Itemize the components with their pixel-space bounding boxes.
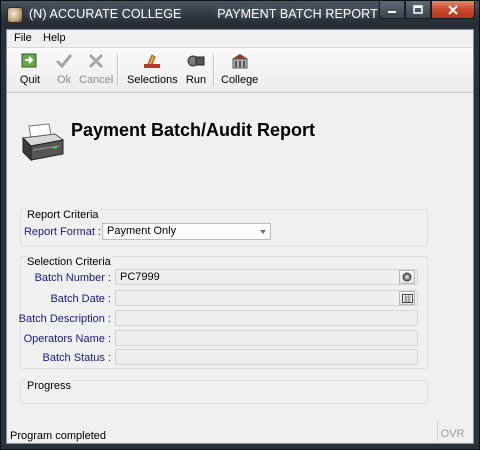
maximize-icon [413, 4, 423, 14]
minimize-icon [388, 10, 396, 13]
toolbar-separator [117, 54, 119, 86]
ok-button[interactable]: Ok [53, 51, 75, 89]
quit-label: Quit [19, 74, 41, 86]
batch-number-field[interactable]: PC7999 [115, 269, 418, 285]
page-title: Payment Batch/Audit Report [71, 120, 316, 140]
close-icon [448, 4, 458, 15]
report-format-value: Payment Only [107, 225, 177, 237]
calendar-icon [401, 293, 413, 303]
selections-button[interactable]: Selections [127, 51, 178, 89]
college-label: College [221, 74, 259, 86]
operators-name-field[interactable] [115, 330, 418, 346]
run-icon [185, 51, 207, 71]
batch-lookup-button[interactable] [399, 270, 415, 284]
batch-status-label: Batch Status : [42, 352, 111, 364]
menu-bar: File Help [7, 30, 473, 48]
cancel-x-icon [85, 51, 107, 71]
ok-label: Ok [56, 74, 72, 86]
printer-icon [19, 120, 67, 164]
batch-status-field[interactable] [115, 349, 418, 365]
batch-number-value: PC7999 [120, 271, 160, 283]
calendar-button[interactable] [399, 291, 415, 305]
client-area: File Help Quit Ok Cancel Selections Run … [6, 29, 474, 444]
window-title: (N) ACCURATE COLLEGE PAYMENT BATCH REPOR… [29, 7, 378, 21]
menu-file[interactable]: File [14, 32, 32, 44]
status-bar: Program completed OVR [7, 415, 473, 443]
status-text: Program completed [10, 430, 106, 442]
ovr-indicator: OVR [437, 421, 467, 441]
checkmark-icon [53, 51, 75, 71]
application-window: (N) ACCURATE COLLEGE PAYMENT BATCH REPOR… [0, 0, 480, 450]
quit-icon [19, 51, 41, 71]
college-icon [229, 51, 251, 71]
maximize-button[interactable] [405, 1, 431, 19]
selections-icon [141, 51, 163, 71]
batch-number-label: Batch Number : [34, 272, 111, 284]
cancel-button[interactable]: Cancel [79, 51, 113, 89]
progress-group: Progress [20, 380, 428, 404]
title-bar[interactable]: (N) ACCURATE COLLEGE PAYMENT BATCH REPOR… [1, 1, 479, 28]
toolbar-separator [213, 54, 215, 86]
minimize-button[interactable] [379, 1, 405, 19]
report-format-label: Report Format : [23, 226, 101, 238]
report-criteria-title: Report Criteria [26, 209, 100, 221]
lookup-icon [402, 272, 412, 282]
quit-button[interactable]: Quit [19, 51, 41, 89]
batch-date-field[interactable] [115, 290, 418, 306]
cancel-label: Cancel [79, 74, 114, 86]
operators-name-label: Operators Name : [23, 333, 111, 345]
progress-title: Progress [26, 380, 73, 392]
batch-date-label: Batch Date : [50, 293, 111, 305]
run-button[interactable]: Run [185, 51, 207, 89]
selection-criteria-title: Selection Criteria [26, 256, 112, 268]
batch-description-field[interactable] [115, 310, 418, 326]
report-format-select[interactable]: Payment Only [102, 223, 271, 240]
toolbar: Quit Ok Cancel Selections Run College [7, 48, 473, 93]
menu-help[interactable]: Help [43, 32, 66, 44]
selections-label: Selections [127, 74, 178, 86]
dropdown-arrow-icon [260, 230, 266, 234]
close-button[interactable] [431, 1, 475, 19]
college-button[interactable]: College [221, 51, 258, 89]
window-controls [379, 1, 475, 20]
run-label: Run [185, 74, 207, 86]
app-icon[interactable] [7, 7, 23, 23]
batch-description-label: Batch Description : [18, 313, 111, 325]
